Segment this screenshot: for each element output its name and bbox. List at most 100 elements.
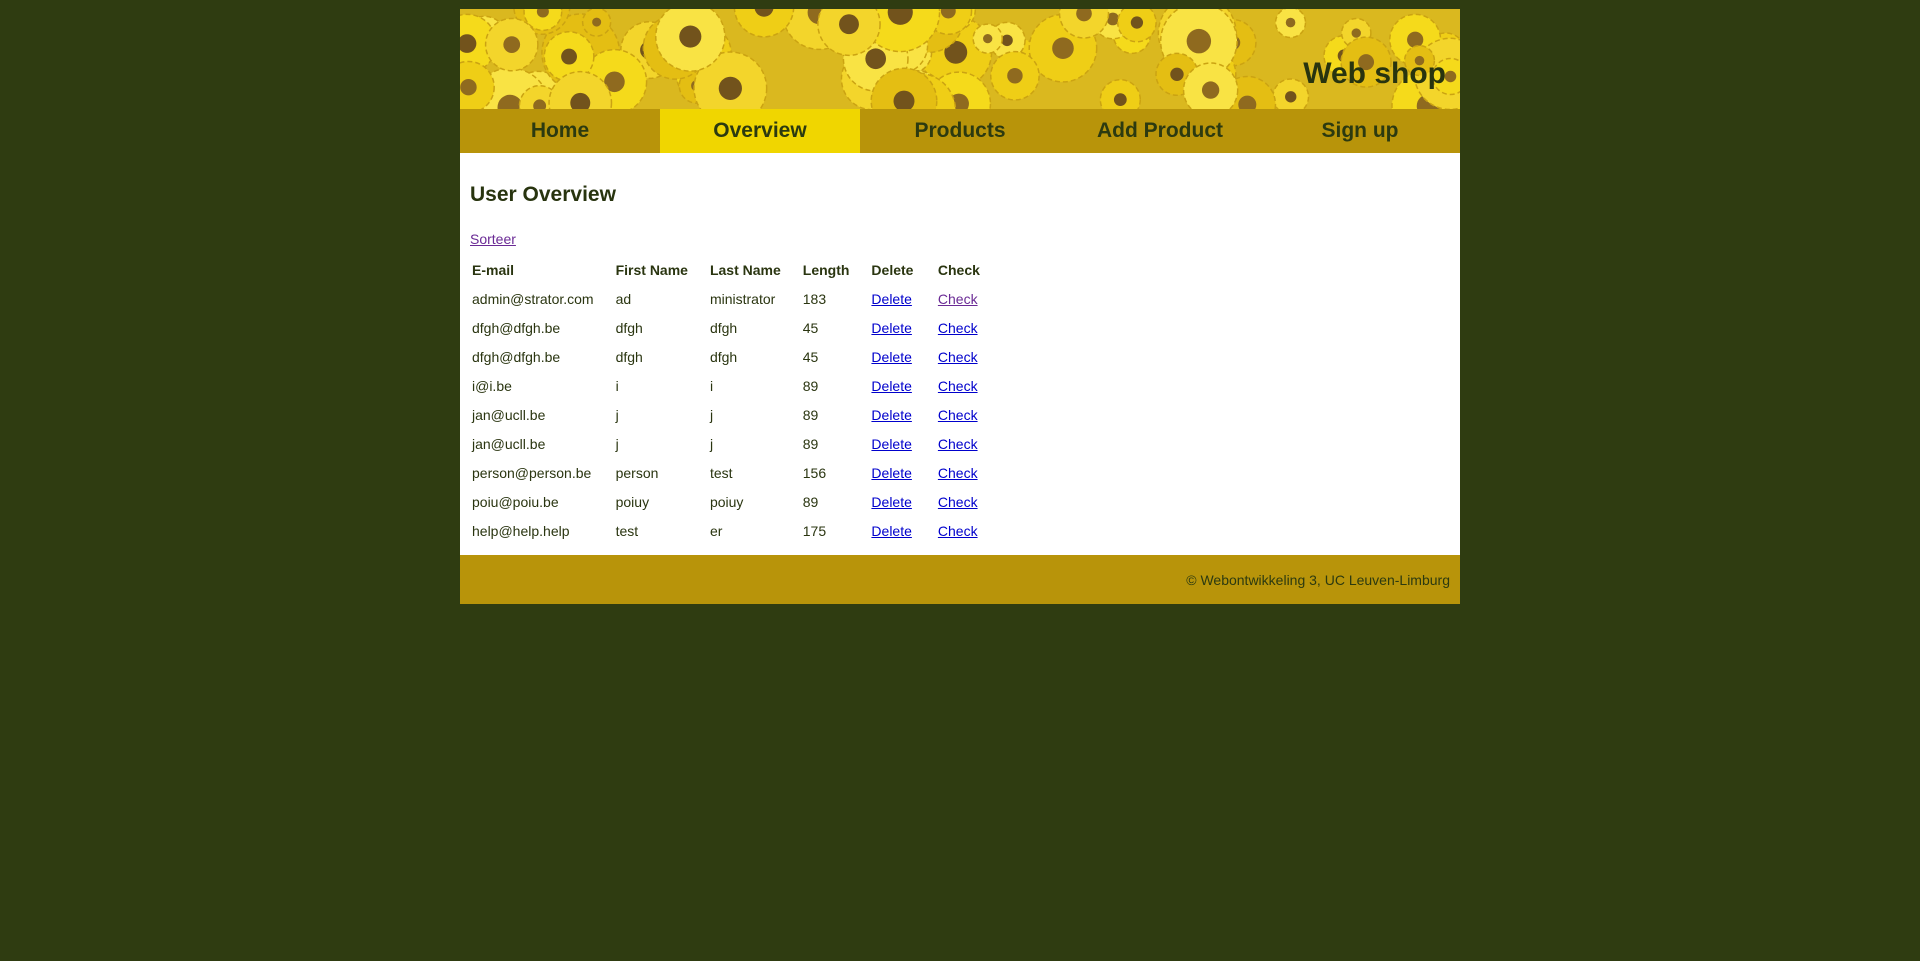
delete-link[interactable]: Delete xyxy=(871,291,911,307)
cell-last-name: j xyxy=(709,406,714,423)
footer: © Webontwikkeling 3, UC Leuven-Limburg xyxy=(460,555,1460,604)
cell-first-name: i xyxy=(615,377,619,394)
cell-last-name: ministrator xyxy=(709,290,776,307)
delete-link-cell: Delete xyxy=(869,342,935,371)
cell-length: 175 xyxy=(802,522,827,539)
delete-link-cell: Delete xyxy=(869,429,935,458)
cell-last-name: j xyxy=(709,435,714,452)
table-row: jan@ucll.be j j 89 Delete Check xyxy=(470,429,1002,458)
cell-email: i@i.be xyxy=(472,377,512,394)
main-nav: Home Overview Products Add Product Sign … xyxy=(460,109,1460,153)
delete-link[interactable]: Delete xyxy=(871,436,911,452)
cell-last-name: i xyxy=(709,377,714,394)
nav-sign-up[interactable]: Sign up xyxy=(1260,109,1460,153)
check-link[interactable]: Check xyxy=(938,494,978,510)
cell-email: dfgh@dfgh.be xyxy=(472,348,561,365)
cell-length: 183 xyxy=(802,290,827,307)
cell-length: 89 xyxy=(802,435,819,452)
cell-first-name: person xyxy=(615,464,659,481)
nav-products[interactable]: Products xyxy=(860,109,1060,153)
delete-link-cell: Delete xyxy=(869,516,935,545)
table-row: help@help.help test er 175 Delete Check xyxy=(470,516,1002,545)
cell-last-name: poiuy xyxy=(709,493,744,510)
cell-last-name: dfgh xyxy=(709,319,738,336)
check-link-cell: Check xyxy=(936,371,1002,400)
cell-last-name: dfgh xyxy=(709,348,738,365)
header-banner: Web shop xyxy=(460,9,1460,109)
delete-link-cell: Delete xyxy=(869,284,935,313)
sort-link[interactable]: Sorteer xyxy=(470,231,516,247)
cell-email: jan@ucll.be xyxy=(472,435,546,452)
delete-link[interactable]: Delete xyxy=(871,349,911,365)
cell-length: 89 xyxy=(802,406,819,423)
cell-first-name: j xyxy=(615,435,619,452)
user-table: E-mail First Name Last Name Length Delet… xyxy=(470,255,1002,545)
site-title: Web shop xyxy=(1303,57,1446,90)
delete-link[interactable]: Delete xyxy=(871,494,911,510)
delete-link-cell: Delete xyxy=(869,400,935,429)
footer-copyright: © Webontwikkeling 3, UC Leuven-Limburg xyxy=(1186,571,1450,588)
cell-length: 45 xyxy=(802,319,819,336)
check-link-cell: Check xyxy=(936,400,1002,429)
table-body: admin@strator.com ad ministrator 183 Delete C… xyxy=(470,284,1002,545)
cell-email: poiu@poiu.be xyxy=(472,493,559,510)
delete-link-cell: Delete xyxy=(869,487,935,516)
check-link-cell: Check xyxy=(936,458,1002,487)
check-link[interactable]: Check xyxy=(938,378,978,394)
table-row: poiu@poiu.be poiuy poiuy 89 Delete Check xyxy=(470,487,1002,516)
delete-link[interactable]: Delete xyxy=(871,407,911,423)
table-header-row: E-mail First Name Last Name Length Delet… xyxy=(470,255,1002,284)
check-link-cell: Check xyxy=(936,516,1002,545)
nav-add-product[interactable]: Add Product xyxy=(1060,109,1260,153)
cell-length: 45 xyxy=(802,348,819,365)
column-header-last-name: Last Name xyxy=(709,261,781,278)
check-link-cell: Check xyxy=(936,487,1002,516)
cell-email: admin@strator.com xyxy=(472,290,594,307)
table-row: dfgh@dfgh.be dfgh dfgh 45 Delete Check xyxy=(470,313,1002,342)
cell-first-name: test xyxy=(615,522,639,539)
cell-email: dfgh@dfgh.be xyxy=(472,319,561,336)
delete-link-cell: Delete xyxy=(869,313,935,342)
cell-last-name: er xyxy=(709,522,723,539)
table-row: dfgh@dfgh.be dfgh dfgh 45 Delete Check xyxy=(470,342,1002,371)
column-header-first-name: First Name xyxy=(615,261,688,278)
check-link[interactable]: Check xyxy=(938,320,978,336)
main-content: User Overview Sorteer E-mail First Name … xyxy=(460,153,1460,555)
cell-last-name: test xyxy=(709,464,733,481)
delete-link[interactable]: Delete xyxy=(871,465,911,481)
page-container: Web shop Home Overview Products Add Prod… xyxy=(460,9,1460,604)
check-link[interactable]: Check xyxy=(938,523,978,539)
check-link[interactable]: Check xyxy=(938,349,978,365)
cell-email: help@help.help xyxy=(472,522,570,539)
check-link[interactable]: Check xyxy=(938,407,978,423)
cell-first-name: poiuy xyxy=(615,493,650,510)
cell-first-name: dfgh xyxy=(615,319,643,336)
check-link-cell: Check xyxy=(936,429,1002,458)
check-link-cell: Check xyxy=(936,313,1002,342)
column-header-email: E-mail xyxy=(472,261,515,278)
delete-link[interactable]: Delete xyxy=(871,320,911,336)
cell-first-name: dfgh xyxy=(615,348,643,365)
table-row: person@person.be person test 156 Delete Check xyxy=(470,458,1002,487)
check-link[interactable]: Check xyxy=(938,436,978,452)
check-link[interactable]: Check xyxy=(938,465,978,481)
table-row: admin@strator.com ad ministrator 183 Delete C… xyxy=(470,284,1002,313)
column-header-length: Length xyxy=(802,261,850,278)
nav-overview[interactable]: Overview xyxy=(660,109,860,153)
delete-link[interactable]: Delete xyxy=(871,523,911,539)
cell-first-name: ad xyxy=(615,290,632,307)
check-link[interactable]: Check xyxy=(938,291,978,307)
delete-link-cell: Delete xyxy=(869,458,935,487)
cell-email: jan@ucll.be xyxy=(472,406,546,423)
delete-link[interactable]: Delete xyxy=(871,378,911,394)
nav-home[interactable]: Home xyxy=(460,109,660,153)
page-title: User Overview xyxy=(470,183,616,206)
column-header-delete: Delete xyxy=(871,261,914,278)
cell-length: 89 xyxy=(802,377,819,394)
cell-email: person@person.be xyxy=(472,464,592,481)
table-row: i@i.be i i 89 Delete Check xyxy=(470,371,1002,400)
delete-link-cell: Delete xyxy=(869,371,935,400)
table-row: jan@ucll.be j j 89 Delete Check xyxy=(470,400,1002,429)
cell-first-name: j xyxy=(615,406,619,423)
cell-length: 156 xyxy=(802,464,827,481)
